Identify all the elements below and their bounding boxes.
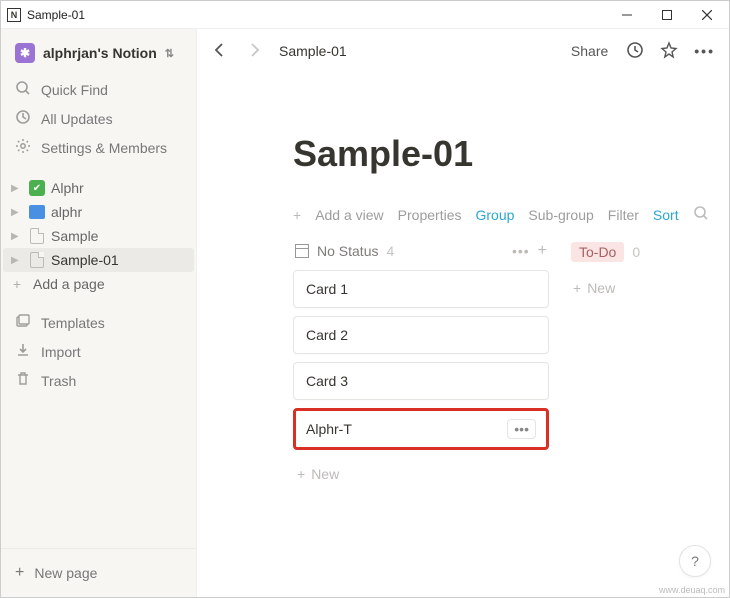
card-title: Card 3: [306, 373, 348, 389]
board-column-no-status: No Status 4 ••• + Card 1 Card 2: [293, 238, 549, 490]
page-icon: [30, 252, 44, 268]
new-card-label: New: [587, 280, 615, 296]
window-maximize-button[interactable]: [647, 2, 687, 28]
tree-item-label: Alphr: [51, 180, 188, 196]
card-title: Alphr-T: [306, 421, 352, 437]
all-updates-button[interactable]: All Updates: [5, 104, 192, 133]
settings-button[interactable]: Settings & Members: [5, 133, 192, 162]
column-title: No Status: [317, 243, 378, 259]
import-button[interactable]: Import: [5, 337, 192, 366]
checkbox-icon: ✔: [29, 180, 45, 196]
column-title-tag: To-Do: [571, 242, 624, 262]
caret-icon: ▶: [11, 207, 23, 218]
new-page-button[interactable]: + New page: [5, 559, 192, 587]
card-title: Card 1: [306, 281, 348, 297]
more-icon[interactable]: •••: [690, 39, 719, 63]
window-titlebar: N Sample-01: [1, 1, 729, 29]
monitor-icon: [29, 205, 45, 219]
tree-item-alphr-monitor[interactable]: ▶ alphr: [3, 200, 194, 224]
trash-button[interactable]: Trash: [5, 366, 192, 395]
status-icon: [295, 244, 309, 258]
quick-find-button[interactable]: Quick Find: [5, 75, 192, 104]
trash-label: Trash: [41, 373, 76, 389]
quick-find-label: Quick Find: [41, 82, 108, 98]
window-title: Sample-01: [27, 8, 85, 22]
trash-icon: [15, 371, 31, 390]
search-icon[interactable]: [693, 205, 709, 224]
templates-button[interactable]: Templates: [5, 308, 192, 337]
card-highlighted[interactable]: Alphr-T •••: [293, 408, 549, 450]
add-page-button[interactable]: + Add a page: [3, 272, 194, 296]
templates-label: Templates: [41, 315, 105, 331]
tree-item-label: alphr: [51, 204, 188, 220]
plus-icon: +: [293, 207, 301, 223]
add-view-button[interactable]: Add a view: [315, 207, 383, 223]
watermark: www.deuaq.com: [659, 585, 725, 595]
clock-icon: [15, 109, 31, 128]
column-menu-button[interactable]: •••: [512, 243, 530, 259]
forward-button[interactable]: [241, 37, 267, 66]
plus-icon: +: [15, 564, 24, 582]
card[interactable]: Card 1: [293, 270, 549, 308]
updown-icon: ⇅: [165, 47, 174, 60]
filter-button[interactable]: Filter: [608, 207, 639, 223]
new-page-label: New page: [34, 565, 97, 581]
workspace-switcher[interactable]: ✱ alphrjan's Notion ⇅: [9, 39, 188, 67]
plus-icon: +: [11, 276, 23, 292]
app-icon: N: [7, 8, 21, 22]
help-button[interactable]: ?: [679, 545, 711, 577]
settings-label: Settings & Members: [41, 140, 167, 156]
subgroup-button[interactable]: Sub-group: [528, 207, 593, 223]
board-column-todo: To-Do 0 + New: [569, 238, 689, 304]
plus-icon: +: [297, 466, 305, 482]
group-button[interactable]: Group: [475, 207, 514, 223]
import-label: Import: [41, 344, 81, 360]
caret-icon: ▶: [11, 183, 23, 194]
tree-item-label: Sample-01: [51, 252, 188, 268]
column-add-button[interactable]: +: [538, 242, 547, 260]
plus-icon: +: [573, 280, 581, 296]
view-toolbar: + Add a view Properties Group Sub-group …: [293, 205, 729, 224]
card[interactable]: Card 2: [293, 316, 549, 354]
help-label: ?: [691, 553, 699, 569]
search-icon: [15, 80, 31, 99]
column-count: 4: [386, 243, 394, 259]
content-area: Sample-01 Share ••• Sample-01 + Add a vi…: [197, 29, 729, 597]
card[interactable]: Card 3: [293, 362, 549, 400]
tree-item-sample[interactable]: ▶ Sample: [3, 224, 194, 248]
all-updates-label: All Updates: [41, 111, 113, 127]
share-button[interactable]: Share: [565, 39, 614, 63]
tree-item-sample-01[interactable]: ▶ Sample-01: [3, 248, 194, 272]
new-card-button[interactable]: + New: [569, 272, 689, 304]
sort-button[interactable]: Sort: [653, 207, 679, 223]
sidebar: ✱ alphrjan's Notion ⇅ Quick Find All Upd: [1, 29, 197, 597]
new-card-button[interactable]: + New: [293, 458, 549, 490]
back-button[interactable]: [207, 37, 233, 66]
window-close-button[interactable]: [687, 2, 727, 28]
new-card-label: New: [311, 466, 339, 482]
tree-item-alphr-check[interactable]: ▶ ✔ Alphr: [3, 176, 194, 200]
card-menu-button[interactable]: •••: [507, 419, 536, 439]
caret-icon: ▶: [11, 255, 23, 266]
caret-icon: ▶: [11, 231, 23, 242]
breadcrumb[interactable]: Sample-01: [275, 43, 347, 59]
add-page-label: Add a page: [33, 276, 188, 292]
favorite-icon[interactable]: [656, 37, 682, 66]
column-count: 0: [632, 244, 640, 260]
updates-icon[interactable]: [622, 37, 648, 66]
card-title: Card 2: [306, 327, 348, 343]
import-icon: [15, 342, 31, 361]
page-icon: [30, 228, 44, 244]
topbar: Sample-01 Share •••: [197, 29, 729, 73]
page-title: Sample-01: [293, 133, 729, 175]
templates-icon: [15, 313, 31, 332]
workspace-name: alphrjan's Notion: [43, 45, 157, 61]
window-minimize-button[interactable]: [607, 2, 647, 28]
board: No Status 4 ••• + Card 1 Card 2: [293, 238, 729, 490]
gear-icon: [15, 138, 31, 157]
tree-item-label: Sample: [51, 228, 188, 244]
workspace-icon: ✱: [15, 43, 35, 63]
properties-button[interactable]: Properties: [398, 207, 462, 223]
